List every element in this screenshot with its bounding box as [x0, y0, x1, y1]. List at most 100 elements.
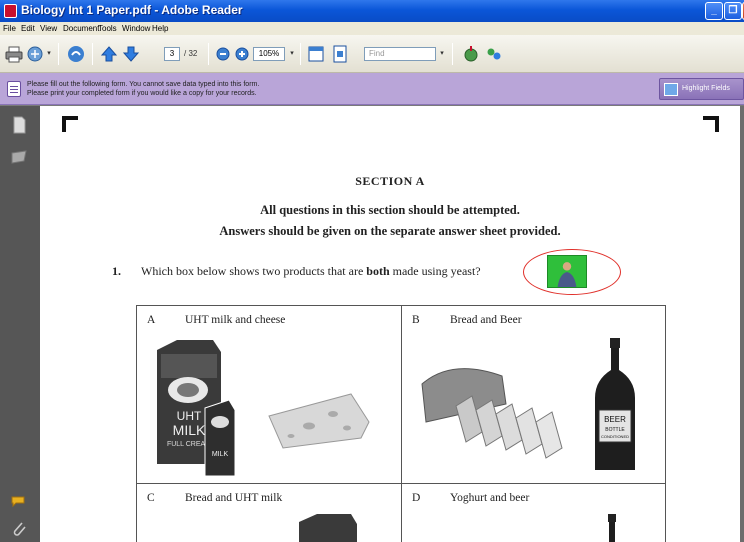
pages-panel-button[interactable] [10, 116, 28, 134]
option-c-box[interactable]: C Bread and UHT milk [137, 484, 402, 542]
adobe-reader-window: Biology Int 1 Paper.pdf - Adobe Reader _… [0, 0, 744, 542]
option-b-box[interactable]: B Bread and Beer BEER BOTTLE CONDITIONED [402, 306, 666, 484]
toolbar: ▾ 3 / 32 105% ▾ Find ▾ [0, 35, 744, 73]
zoom-in-icon [235, 47, 249, 61]
hand-tool-button[interactable] [66, 44, 86, 64]
comment-icon [11, 496, 25, 508]
document-viewport[interactable]: SECTION A All questions in this section … [40, 106, 744, 542]
answer-options-grid: A UHT milk and cheese UHT MILK FULL CREA… [136, 305, 666, 542]
question-number: 1. [112, 264, 121, 278]
arrow-up-icon [100, 46, 118, 62]
option-b-text: Bread and Beer [450, 314, 522, 326]
option-a-box[interactable]: A UHT milk and cheese UHT MILK FULL CREA… [137, 306, 402, 484]
option-d-text: Yoghurt and beer [450, 492, 530, 504]
beer-label-beer: BEER [604, 415, 626, 424]
crop-mark-top-left [62, 116, 78, 132]
attachments-panel-button[interactable] [10, 148, 28, 166]
zoom-in-button[interactable] [232, 44, 252, 64]
comments-panel-button[interactable] [10, 492, 28, 510]
fit-width-icon [308, 46, 324, 62]
menu-bar: File Edit View Document Tools Window Hel… [0, 22, 744, 35]
menu-file[interactable]: File [3, 24, 16, 33]
find-dropdown-arrow[interactable]: ▾ [437, 47, 447, 61]
option-a-letter: A [147, 314, 156, 326]
question-text-end: made using yeast? [389, 264, 481, 278]
window-title: Biology Int 1 Paper.pdf - Adobe Reader [21, 3, 243, 17]
adobe-reader-icon [4, 4, 17, 18]
fit-page-icon [333, 45, 347, 63]
option-d-letter: D [412, 492, 421, 504]
beer-label-conditioned: CONDITIONED [601, 434, 629, 439]
arrow-down-icon [122, 46, 140, 62]
maximize-button[interactable]: ❐ [724, 2, 742, 20]
paperclip-button[interactable] [10, 520, 28, 538]
question-text: Which box below shows two products that … [141, 264, 481, 279]
annotation-circle [523, 249, 621, 295]
toolbar-separator [300, 43, 301, 65]
bookmark-icon [11, 150, 27, 164]
current-page-input[interactable]: 3 [164, 47, 180, 61]
form-message-bar: Please fill out the following form. You … [0, 73, 744, 105]
toolbar-separator [208, 43, 209, 65]
email-dropdown-arrow[interactable]: ▾ [44, 47, 54, 61]
zoom-dropdown-arrow[interactable]: ▾ [287, 47, 297, 61]
email-button[interactable] [26, 44, 46, 64]
highlight-fields-label: Highlight Fields [682, 85, 730, 92]
gears-icon [487, 48, 501, 60]
option-c-letter: C [147, 492, 155, 504]
small-carton-milk: MILK [212, 451, 229, 458]
uht-milk-carton-image [299, 514, 357, 542]
toolbar-separator [58, 43, 59, 65]
toolbar-separator [452, 43, 453, 65]
option-d-box[interactable]: D Yoghurt and beer [402, 484, 666, 542]
section-heading: SECTION A [355, 174, 425, 188]
toolbar-separator [92, 43, 93, 65]
reader-updates-button[interactable] [461, 44, 481, 64]
menu-window[interactable]: Window [122, 24, 150, 33]
minimize-button[interactable]: _ [705, 2, 723, 20]
title-bar: Biology Int 1 Paper.pdf - Adobe Reader _… [0, 0, 744, 22]
globe-icon [464, 46, 478, 62]
menu-help[interactable]: Help [152, 24, 168, 33]
pages-icon [13, 116, 26, 134]
next-page-button[interactable] [121, 44, 141, 64]
highlight-icon [664, 83, 678, 96]
milk-and-cheese-image: UHT MILK FULL CREAM MILK [157, 340, 370, 477]
option-c-text: Bread and UHT milk [185, 492, 283, 504]
zoom-out-button[interactable] [213, 44, 233, 64]
beer-label-bottle: BOTTLE [605, 427, 625, 433]
hand-icon [68, 46, 84, 62]
total-pages-label: / 32 [184, 49, 198, 58]
email-icon [27, 46, 43, 62]
crop-mark-top-right [703, 116, 719, 132]
milk-carton-uht: UHT [177, 409, 202, 423]
printer-icon [5, 46, 23, 63]
paperclip-icon [13, 522, 26, 536]
form-message-line1: Please fill out the following form. You … [27, 81, 260, 88]
zoom-level-input[interactable]: 105% [253, 47, 285, 61]
beer-bottle-image [608, 514, 616, 542]
find-input[interactable]: Find [364, 47, 436, 61]
instruction-line-1: All questions in this section should be … [260, 203, 520, 217]
menu-edit[interactable]: Edit [21, 24, 35, 33]
form-message-line2: Please print your completed form if you … [27, 90, 257, 97]
menu-document[interactable]: Document [63, 24, 99, 33]
tools-button[interactable] [484, 44, 504, 64]
form-icon [7, 81, 21, 97]
question-text-emphasis: both [366, 264, 390, 278]
form-message: Please fill out the following form. You … [27, 80, 259, 98]
option-a-text: UHT milk and cheese [185, 314, 286, 326]
previous-page-button[interactable] [99, 44, 119, 64]
fit-width-button[interactable] [306, 44, 326, 64]
print-button[interactable] [4, 44, 24, 64]
question-text-start: Which box below shows two products that … [141, 264, 367, 278]
bread-and-beer-image: BEER BOTTLE CONDITIONED [421, 338, 635, 470]
menu-tools[interactable]: Tools [98, 24, 117, 33]
menu-view[interactable]: View [40, 24, 57, 33]
milk-carton-milk: MILK [173, 422, 206, 438]
fit-page-button[interactable] [330, 44, 350, 64]
option-b-letter: B [412, 314, 420, 326]
highlight-fields-button[interactable]: Highlight Fields [659, 78, 744, 100]
zoom-out-icon [216, 47, 230, 61]
pdf-page: SECTION A All questions in this section … [40, 106, 740, 542]
